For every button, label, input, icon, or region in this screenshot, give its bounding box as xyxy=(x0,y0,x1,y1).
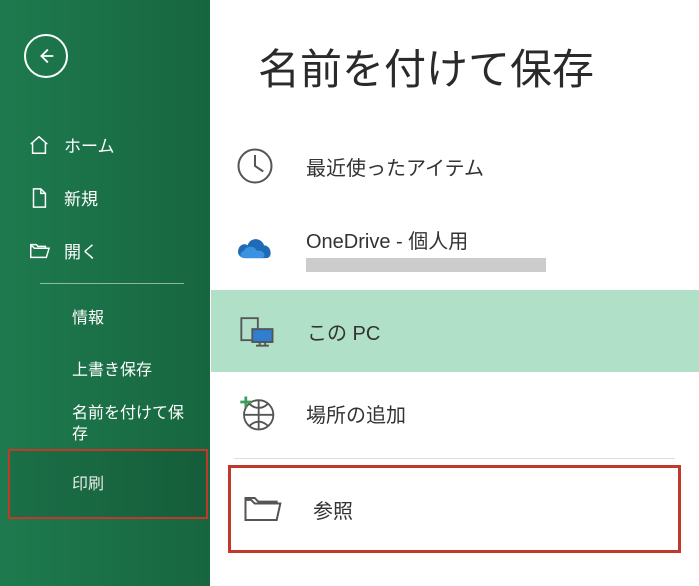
home-icon xyxy=(28,134,50,156)
cloud-icon xyxy=(232,226,278,272)
page-title: 名前を付けて保存 xyxy=(210,36,699,97)
nav-open-label: 開く xyxy=(64,238,98,263)
nav-open[interactable]: 開く xyxy=(0,224,210,277)
clock-icon xyxy=(232,143,278,189)
nav-home[interactable]: ホーム xyxy=(0,118,210,171)
location-divider xyxy=(234,458,675,459)
location-onedrive[interactable]: OneDrive - 個人用 xyxy=(210,207,699,290)
document-icon xyxy=(28,187,50,209)
location-browse[interactable]: 参照 xyxy=(235,476,674,542)
nav-home-label: ホーム xyxy=(64,132,115,157)
back-button[interactable] xyxy=(24,34,68,78)
location-browse-label: 参照 xyxy=(313,495,670,524)
nav-new-label: 新規 xyxy=(64,185,98,210)
nav-new[interactable]: 新規 xyxy=(0,171,210,224)
nav-print[interactable]: 印刷 xyxy=(0,456,210,508)
arrow-left-icon xyxy=(35,45,57,67)
location-thispc[interactable]: この PC xyxy=(210,290,699,372)
nav-save[interactable]: 上書き保存 xyxy=(0,342,210,394)
nav-info-label: 情報 xyxy=(72,304,104,328)
location-recent[interactable]: 最近使ったアイテム xyxy=(210,125,699,207)
pc-icon xyxy=(233,308,279,354)
nav-save-label: 上書き保存 xyxy=(72,356,152,380)
location-addplace-label: 場所の追加 xyxy=(306,399,677,428)
nav-saveas-label: 名前を付けて保存 xyxy=(72,404,194,446)
location-list: 最近使ったアイテム OneDrive - 個人用 xyxy=(210,125,699,553)
nav-print-label: 印刷 xyxy=(72,470,104,494)
location-onedrive-account-redacted xyxy=(306,258,546,272)
sidebar-divider xyxy=(40,283,184,284)
nav-saveas[interactable]: 名前を付けて保存 xyxy=(0,394,210,456)
backstage-sidebar: ホーム 新規 開く 情報 上書き保存 名前を付けて保存 印刷 xyxy=(0,0,210,586)
location-addplace[interactable]: 場所の追加 xyxy=(210,372,699,454)
backstage-main: 名前を付けて保存 最近使ったアイテム OneDrive - 個人用 xyxy=(210,0,699,586)
nav-info[interactable]: 情報 xyxy=(0,290,210,342)
location-onedrive-label: OneDrive - 個人用 xyxy=(306,225,677,254)
location-thispc-label: この PC xyxy=(307,317,677,346)
annotation-browse-highlight: 参照 xyxy=(228,465,681,553)
location-recent-label: 最近使ったアイテム xyxy=(306,152,677,181)
folder-open-icon xyxy=(28,240,50,262)
globe-plus-icon xyxy=(232,390,278,436)
folder-icon xyxy=(239,486,285,532)
